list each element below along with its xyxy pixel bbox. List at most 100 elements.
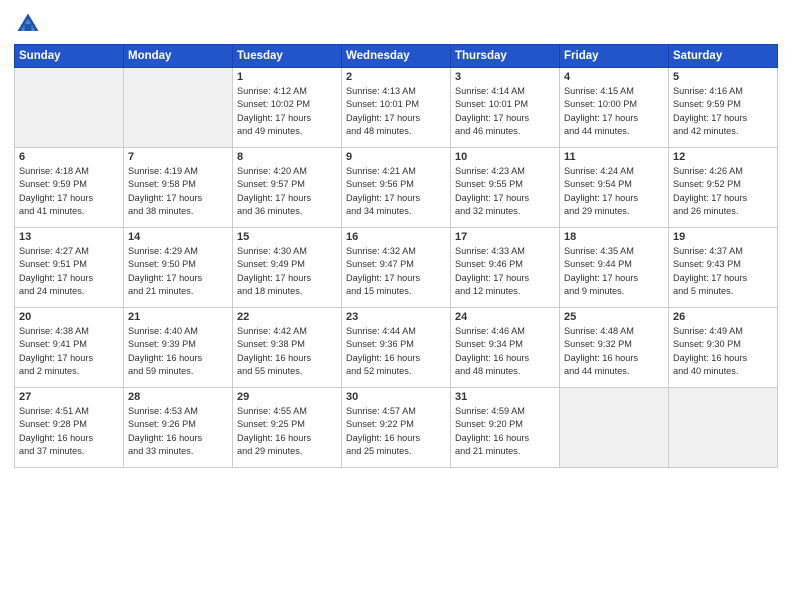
day-number: 2 <box>346 71 446 83</box>
day-number: 19 <box>673 231 773 243</box>
calendar-cell: 2 Sunrise: 4:13 AMSunset: 10:01 PMDayligh… <box>342 68 451 148</box>
calendar-cell: 18 Sunrise: 4:35 AMSunset: 9:44 PMDayligh… <box>560 228 669 308</box>
weekday-header-saturday: Saturday <box>669 45 778 68</box>
day-number: 27 <box>19 391 119 403</box>
day-info: Sunrise: 4:32 AMSunset: 9:47 PMDaylight:… <box>346 246 420 296</box>
day-number: 29 <box>237 391 337 403</box>
day-info: Sunrise: 4:44 AMSunset: 9:36 PMDaylight:… <box>346 326 420 376</box>
page: SundayMondayTuesdayWednesdayThursdayFrid… <box>0 0 792 612</box>
calendar-week-3: 13 Sunrise: 4:27 AMSunset: 9:51 PMDayligh… <box>15 228 778 308</box>
calendar-cell: 9 Sunrise: 4:21 AMSunset: 9:56 PMDaylight… <box>342 148 451 228</box>
day-number: 22 <box>237 311 337 323</box>
day-number: 5 <box>673 71 773 83</box>
day-number: 30 <box>346 391 446 403</box>
day-info: Sunrise: 4:37 AMSunset: 9:43 PMDaylight:… <box>673 246 747 296</box>
day-info: Sunrise: 4:21 AMSunset: 9:56 PMDaylight:… <box>346 166 420 216</box>
day-info: Sunrise: 4:27 AMSunset: 9:51 PMDaylight:… <box>19 246 93 296</box>
day-number: 25 <box>564 311 664 323</box>
weekday-header-row: SundayMondayTuesdayWednesdayThursdayFrid… <box>15 45 778 68</box>
calendar-cell: 3 Sunrise: 4:14 AMSunset: 10:01 PMDayligh… <box>451 68 560 148</box>
day-info: Sunrise: 4:38 AMSunset: 9:41 PMDaylight:… <box>19 326 93 376</box>
calendar-cell: 17 Sunrise: 4:33 AMSunset: 9:46 PMDayligh… <box>451 228 560 308</box>
calendar-cell: 30 Sunrise: 4:57 AMSunset: 9:22 PMDayligh… <box>342 388 451 468</box>
day-info: Sunrise: 4:15 AMSunset: 10:00 PMDaylight… <box>564 86 638 136</box>
day-number: 15 <box>237 231 337 243</box>
calendar-cell: 21Sunrise: 4:40 AMSunset: 9:39 PMDayligh… <box>124 308 233 388</box>
calendar-week-2: 6 Sunrise: 4:18 AMSunset: 9:59 PMDaylight… <box>15 148 778 228</box>
weekday-header-wednesday: Wednesday <box>342 45 451 68</box>
calendar-cell: 11Sunrise: 4:24 AMSunset: 9:54 PMDayligh… <box>560 148 669 228</box>
calendar-cell: 23 Sunrise: 4:44 AMSunset: 9:36 PMDayligh… <box>342 308 451 388</box>
day-number: 7 <box>128 151 228 163</box>
day-info: Sunrise: 4:24 AMSunset: 9:54 PMDaylight:… <box>564 166 638 216</box>
day-info: Sunrise: 4:55 AMSunset: 9:25 PMDaylight:… <box>237 406 311 456</box>
day-info: Sunrise: 4:53 AMSunset: 9:26 PMDaylight:… <box>128 406 202 456</box>
calendar-cell: 26 Sunrise: 4:49 AMSunset: 9:30 PMDayligh… <box>669 308 778 388</box>
day-number: 9 <box>346 151 446 163</box>
day-info: Sunrise: 4:14 AMSunset: 10:01 PMDaylight… <box>455 86 529 136</box>
day-info: Sunrise: 4:23 AMSunset: 9:55 PMDaylight:… <box>455 166 529 216</box>
day-info: Sunrise: 4:16 AMSunset: 9:59 PMDaylight:… <box>673 86 747 136</box>
calendar-cell: 15 Sunrise: 4:30 AMSunset: 9:49 PMDayligh… <box>233 228 342 308</box>
day-number: 23 <box>346 311 446 323</box>
day-number: 14 <box>128 231 228 243</box>
calendar-cell <box>15 68 124 148</box>
day-info: Sunrise: 4:59 AMSunset: 9:20 PMDaylight:… <box>455 406 529 456</box>
calendar-week-4: 20Sunrise: 4:38 AMSunset: 9:41 PMDayligh… <box>15 308 778 388</box>
day-info: Sunrise: 4:35 AMSunset: 9:44 PMDaylight:… <box>564 246 638 296</box>
day-number: 16 <box>346 231 446 243</box>
day-info: Sunrise: 4:48 AMSunset: 9:32 PMDaylight:… <box>564 326 638 376</box>
day-info: Sunrise: 4:51 AMSunset: 9:28 PMDaylight:… <box>19 406 93 456</box>
calendar-cell: 7 Sunrise: 4:19 AMSunset: 9:58 PMDaylight… <box>124 148 233 228</box>
logo <box>14 10 46 38</box>
day-number: 3 <box>455 71 555 83</box>
calendar-cell: 6 Sunrise: 4:18 AMSunset: 9:59 PMDaylight… <box>15 148 124 228</box>
calendar-cell: 19 Sunrise: 4:37 AMSunset: 9:43 PMDayligh… <box>669 228 778 308</box>
day-info: Sunrise: 4:13 AMSunset: 10:01 PMDaylight… <box>346 86 420 136</box>
day-number: 8 <box>237 151 337 163</box>
day-number: 31 <box>455 391 555 403</box>
day-info: Sunrise: 4:18 AMSunset: 9:59 PMDaylight:… <box>19 166 93 216</box>
calendar-header: SundayMondayTuesdayWednesdayThursdayFrid… <box>15 45 778 68</box>
day-number: 4 <box>564 71 664 83</box>
day-info: Sunrise: 4:30 AMSunset: 9:49 PMDaylight:… <box>237 246 311 296</box>
day-info: Sunrise: 4:26 AMSunset: 9:52 PMDaylight:… <box>673 166 747 216</box>
calendar-cell: 5 Sunrise: 4:16 AMSunset: 9:59 PMDaylight… <box>669 68 778 148</box>
day-number: 18 <box>564 231 664 243</box>
weekday-header-friday: Friday <box>560 45 669 68</box>
calendar-cell: 29 Sunrise: 4:55 AMSunset: 9:25 PMDayligh… <box>233 388 342 468</box>
weekday-header-sunday: Sunday <box>15 45 124 68</box>
day-number: 1 <box>237 71 337 83</box>
weekday-header-tuesday: Tuesday <box>233 45 342 68</box>
day-info: Sunrise: 4:49 AMSunset: 9:30 PMDaylight:… <box>673 326 747 376</box>
calendar-cell: 31 Sunrise: 4:59 AMSunset: 9:20 PMDayligh… <box>451 388 560 468</box>
day-info: Sunrise: 4:20 AMSunset: 9:57 PMDaylight:… <box>237 166 311 216</box>
day-number: 13 <box>19 231 119 243</box>
day-number: 26 <box>673 311 773 323</box>
calendar-cell: 4 Sunrise: 4:15 AMSunset: 10:00 PMDayligh… <box>560 68 669 148</box>
calendar-cell: 10 Sunrise: 4:23 AMSunset: 9:55 PMDayligh… <box>451 148 560 228</box>
calendar-week-5: 27 Sunrise: 4:51 AMSunset: 9:28 PMDayligh… <box>15 388 778 468</box>
calendar-cell: 8 Sunrise: 4:20 AMSunset: 9:57 PMDaylight… <box>233 148 342 228</box>
calendar-cell: 1 Sunrise: 4:12 AMSunset: 10:02 PMDayligh… <box>233 68 342 148</box>
day-number: 17 <box>455 231 555 243</box>
day-number: 6 <box>19 151 119 163</box>
calendar-cell <box>669 388 778 468</box>
day-info: Sunrise: 4:19 AMSunset: 9:58 PMDaylight:… <box>128 166 202 216</box>
calendar-cell: 12Sunrise: 4:26 AMSunset: 9:52 PMDayligh… <box>669 148 778 228</box>
calendar-cell: 24Sunrise: 4:46 AMSunset: 9:34 PMDayligh… <box>451 308 560 388</box>
header <box>14 10 778 38</box>
calendar-body: 1 Sunrise: 4:12 AMSunset: 10:02 PMDayligh… <box>15 68 778 468</box>
day-info: Sunrise: 4:29 AMSunset: 9:50 PMDaylight:… <box>128 246 202 296</box>
calendar-table: SundayMondayTuesdayWednesdayThursdayFrid… <box>14 44 778 468</box>
day-info: Sunrise: 4:12 AMSunset: 10:02 PMDaylight… <box>237 86 311 136</box>
calendar-cell <box>560 388 669 468</box>
day-info: Sunrise: 4:33 AMSunset: 9:46 PMDaylight:… <box>455 246 529 296</box>
calendar-cell: 16 Sunrise: 4:32 AMSunset: 9:47 PMDayligh… <box>342 228 451 308</box>
day-info: Sunrise: 4:57 AMSunset: 9:22 PMDaylight:… <box>346 406 420 456</box>
calendar-cell: 20Sunrise: 4:38 AMSunset: 9:41 PMDayligh… <box>15 308 124 388</box>
day-number: 10 <box>455 151 555 163</box>
calendar-cell: 25 Sunrise: 4:48 AMSunset: 9:32 PMDayligh… <box>560 308 669 388</box>
weekday-header-monday: Monday <box>124 45 233 68</box>
logo-icon <box>14 10 42 38</box>
